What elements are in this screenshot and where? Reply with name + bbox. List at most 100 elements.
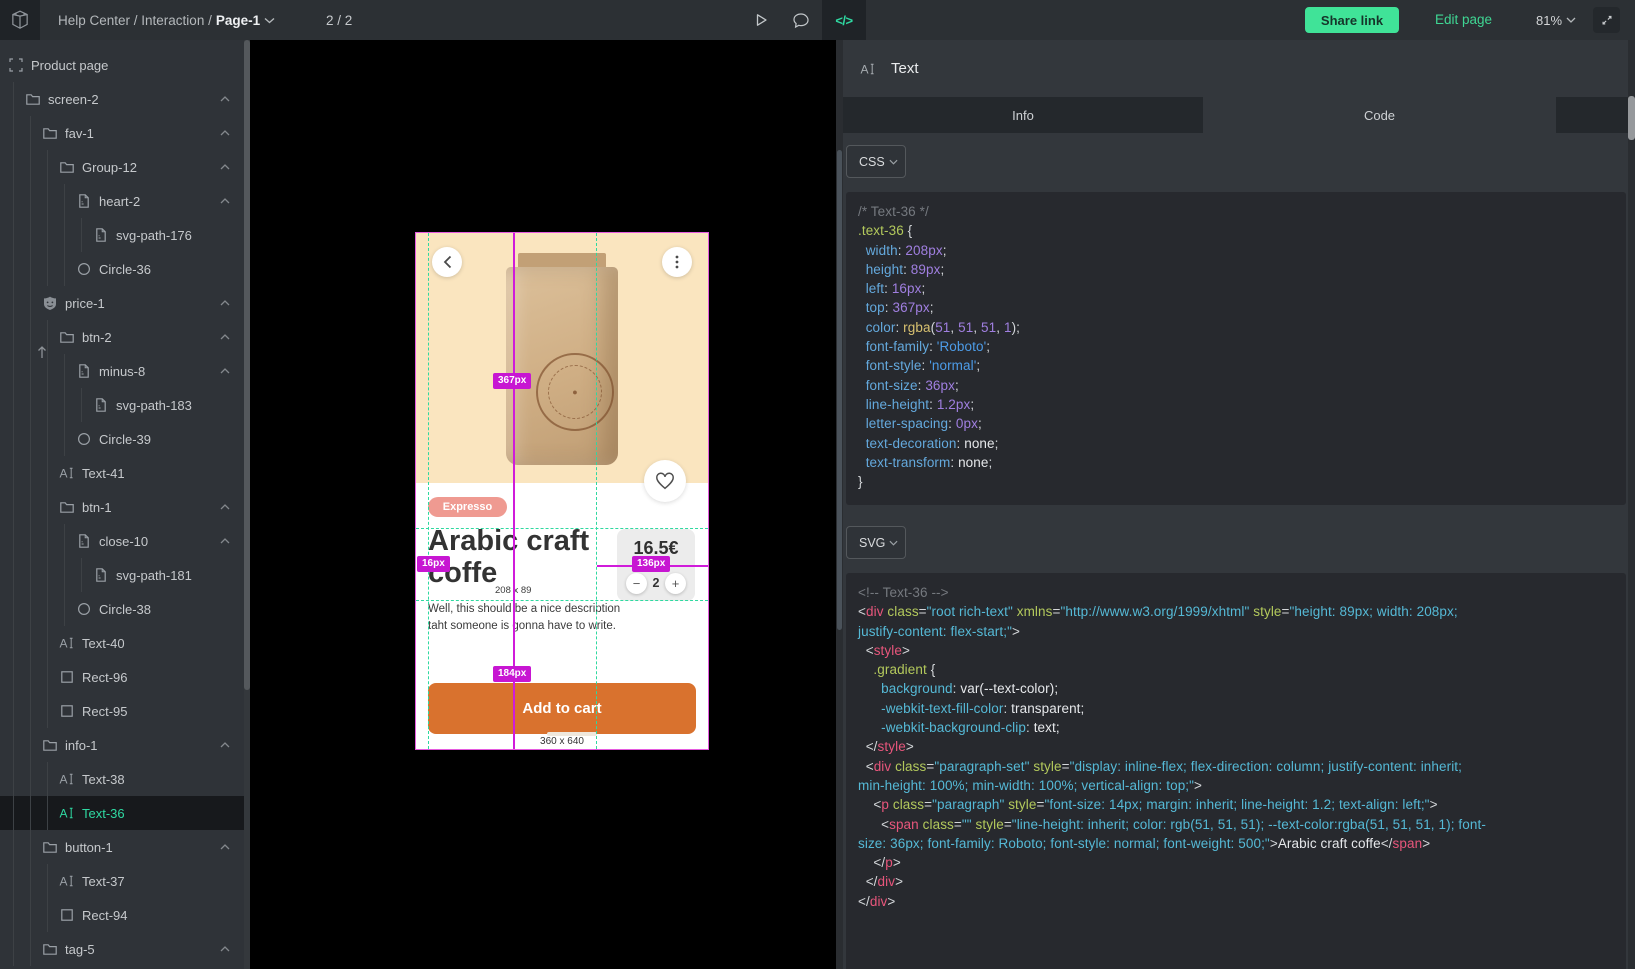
tree-guide [25,626,42,660]
collapse-chevron-icon[interactable] [220,300,230,306]
window-scrollbar-thumb[interactable] [1628,96,1635,140]
layer-row-tag-5[interactable]: tag-5 [0,932,244,966]
layer-row-Text-40[interactable]: AText-40 [0,626,244,660]
tree-guide [8,116,25,150]
collapse-chevron-icon[interactable] [220,504,230,510]
rect-icon [59,669,75,685]
layer-row-close-10[interactable]: close-10 [0,524,244,558]
text-icon: A [59,465,75,481]
layer-row-svg-path-183[interactable]: svg-path-183 [0,388,244,422]
layer-row-btn-1[interactable]: btn-1 [0,490,244,524]
layer-row-Product page[interactable]: Product page [0,48,244,82]
layer-label: Circle-38 [99,602,151,617]
share-link-button[interactable]: Share link [1305,7,1399,33]
collapse-chevron-icon[interactable] [220,946,230,952]
collapse-chevron-icon[interactable] [220,164,230,170]
layer-row-price-1[interactable]: price-1 [0,286,244,320]
css-format-dropdown[interactable]: CSS [846,145,906,178]
quantity-plus-button[interactable]: + [665,573,686,594]
tab-code[interactable]: Code [1203,97,1556,133]
tree-guide [42,422,59,456]
collapse-chevron-icon[interactable] [220,334,230,340]
breadcrumb[interactable]: Help Center / Interaction / Page-1 [58,0,275,40]
collapse-chevron-icon[interactable] [220,844,230,850]
more-options-button[interactable] [662,247,692,277]
layer-row-heart-2[interactable]: heart-2 [0,184,244,218]
layer-row-svg-path-181[interactable]: svg-path-181 [0,558,244,592]
tree-guide [42,558,59,592]
code-line: text-transform: none; [858,453,1614,472]
add-to-cart-button[interactable]: Add to cart [428,683,696,734]
tree-guide [42,218,59,252]
folder-icon [42,125,58,141]
code-line: color: rgba(51, 51, 51, 1); [858,318,1614,337]
code-line: letter-spacing: 0px; [858,414,1614,433]
folder-icon [59,499,75,515]
app-logo-icon[interactable] [0,0,40,40]
comment-button[interactable] [788,0,814,40]
text-icon: A [59,771,75,787]
favorite-button[interactable] [644,460,686,502]
collapse-chevron-icon[interactable] [220,538,230,544]
edit-page-link[interactable]: Edit page [1435,12,1492,27]
layer-row-svg-path-176[interactable]: svg-path-176 [0,218,244,252]
layer-row-Text-41[interactable]: AText-41 [0,456,244,490]
tab-info[interactable]: Info [843,97,1203,133]
code-line: width: 208px; [858,241,1614,260]
sidebar-scrollbar-thumb[interactable] [244,40,250,690]
tree-guide [8,728,25,762]
layer-row-Rect-96[interactable]: Rect-96 [0,660,244,694]
svg-dropdown-value: SVG [859,536,885,550]
layer-row-button-1[interactable]: button-1 [0,830,244,864]
tree-guide [42,592,59,626]
layer-row-fav-1[interactable]: fav-1 [0,116,244,150]
code-mode-button[interactable]: </> [822,0,866,40]
tree-guide [76,388,93,422]
guide-line [416,600,708,601]
layer-label: svg-path-183 [116,398,192,413]
collapse-chevron-icon[interactable] [220,130,230,136]
tree-guide [25,558,42,592]
tree-guide [8,932,25,966]
svg-text:A: A [861,62,869,76]
layer-label: price-1 [65,296,105,311]
layer-row-Rect-95[interactable]: Rect-95 [0,694,244,728]
file-icon [93,397,109,413]
layer-row-Text-38[interactable]: AText-38 [0,762,244,796]
measurement-badge-right: 136px [632,556,670,572]
inspector-scrollbar-thumb[interactable] [837,150,842,630]
layer-row-screen-2[interactable]: screen-2 [0,82,244,116]
tree-guide [25,660,42,694]
topbar: Help Center / Interaction / Page-1 2 / 2… [0,0,1635,40]
category-tag[interactable]: Expresso [428,497,507,517]
zoom-control[interactable]: 81% [1536,0,1576,40]
collapse-chevron-icon[interactable] [220,198,230,204]
code-line: </style> [858,737,1614,756]
layer-label: heart-2 [99,194,140,209]
layer-row-Text-36[interactable]: AText-36 [0,796,244,830]
svg-format-dropdown[interactable]: SVG [846,526,906,559]
chevron-down-icon[interactable] [264,17,275,24]
tree-guide [8,694,25,728]
layer-row-info-1[interactable]: info-1 [0,728,244,762]
play-button[interactable] [748,0,774,40]
tree-guide [42,864,59,898]
layer-row-Circle-36[interactable]: Circle-36 [0,252,244,286]
collapse-chevron-icon[interactable] [220,96,230,102]
code-line: <style> [858,641,1614,660]
layer-row-Circle-39[interactable]: Circle-39 [0,422,244,456]
layer-label: info-1 [65,738,98,753]
fullscreen-button[interactable] [1593,7,1620,33]
layer-label: Text-37 [82,874,125,889]
collapse-chevron-icon[interactable] [220,368,230,374]
circle-icon [76,261,92,277]
layer-row-Text-37[interactable]: AText-37 [0,864,244,898]
tree-guide [42,388,59,422]
layer-row-Group-12[interactable]: Group-12 [0,150,244,184]
folder-icon [59,329,75,345]
layer-row-Rect-94[interactable]: Rect-94 [0,898,244,932]
back-button[interactable] [432,247,462,277]
layer-row-Circle-38[interactable]: Circle-38 [0,592,244,626]
collapse-chevron-icon[interactable] [220,742,230,748]
breadcrumb-current-page[interactable]: Page-1 [216,13,260,28]
